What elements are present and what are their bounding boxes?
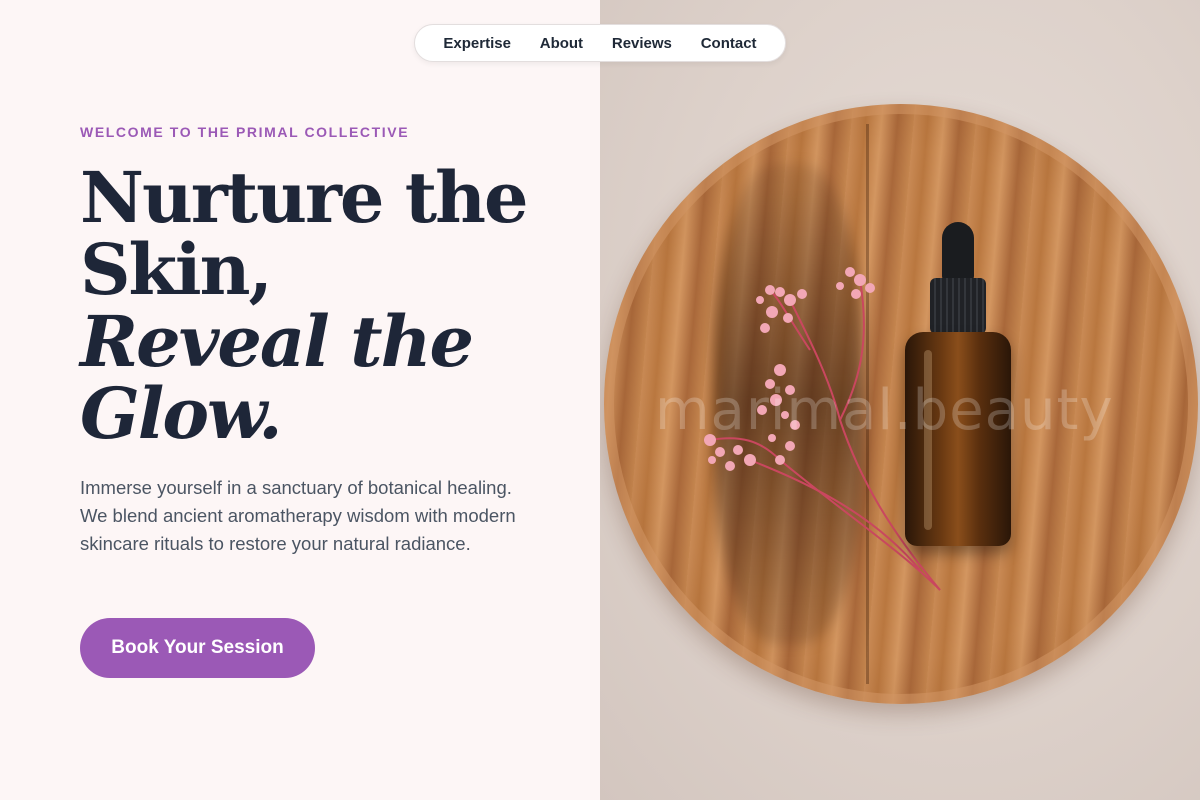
dropper-cap xyxy=(930,278,986,334)
watermark: marimal.beauty xyxy=(655,378,1114,443)
nav-link-expertise[interactable]: Expertise xyxy=(443,35,511,52)
headline-line-2: Skin, xyxy=(80,228,273,311)
nav-link-contact[interactable]: Contact xyxy=(701,35,757,52)
hero-eyebrow: WELCOME TO THE PRIMAL COLLECTIVE xyxy=(80,124,410,140)
book-session-button[interactable]: Book Your Session xyxy=(80,618,315,678)
hero-description: Immerse yourself in a sanctuary of botan… xyxy=(80,477,516,554)
headline-line-4: Glow. xyxy=(80,372,283,455)
main-nav: Expertise About Reviews Contact xyxy=(414,24,786,62)
dropper-bulb xyxy=(942,222,974,282)
hero-headline: Nurture the Skin, Reveal the Glow. xyxy=(80,162,550,450)
nav-link-about[interactable]: About xyxy=(540,35,583,52)
headline-line-3: Reveal the xyxy=(80,300,474,383)
nav-link-reviews[interactable]: Reviews xyxy=(612,35,672,52)
headline-line-1: Nurture the xyxy=(80,156,529,239)
